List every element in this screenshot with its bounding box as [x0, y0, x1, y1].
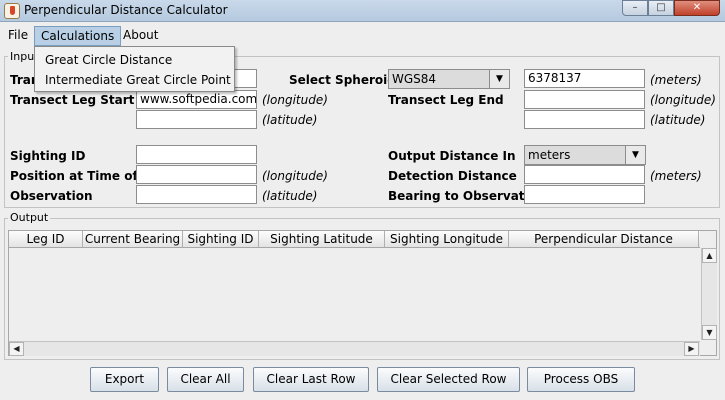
scroll-up-icon[interactable]: ▲ [702, 248, 717, 263]
table-header: Leg ID Current Bearing Sighting ID Sight… [9, 231, 700, 248]
observation-label: Observation [10, 189, 93, 203]
column-header-leg-id[interactable]: Leg ID [9, 231, 83, 247]
transect-leg-start-label: Transect Leg Start [10, 93, 135, 107]
chevron-down-icon[interactable]: ▼ [625, 146, 645, 164]
leg-end-longitude-hint: (longitude) [650, 93, 716, 107]
menu-item-intermediate-great-circle-point[interactable]: Intermediate Great Circle Point [35, 70, 234, 90]
output-table[interactable]: Leg ID Current Bearing Sighting ID Sight… [8, 230, 717, 356]
bearing-label: Bearing to Observation [388, 189, 546, 203]
column-header-perpendicular-distance[interactable]: Perpendicular Distance [509, 231, 699, 247]
scroll-right-icon[interactable]: ▶ [684, 342, 699, 356]
radius-unit: (meters) [650, 73, 702, 87]
radius-field[interactable]: 6378137 [524, 69, 645, 88]
spheroid-value: WGS84 [392, 72, 437, 86]
menu-bar: File Calculations About [0, 24, 725, 46]
transect-leg-end-label: Transect Leg End [388, 93, 504, 107]
select-spheroid-label: Select Spheroid [289, 73, 396, 87]
detection-distance-field[interactable] [524, 165, 645, 184]
output-distance-select[interactable]: meters ▼ [524, 145, 646, 165]
leg-end-latitude-field[interactable] [524, 110, 645, 129]
process-obs-button[interactable]: Process OBS [527, 367, 635, 392]
title-bar: Perpendicular Distance Calculator – □ ✕ [0, 0, 725, 22]
position-label: Position at Time of [10, 169, 138, 183]
export-button[interactable]: Export [90, 367, 159, 392]
leg-start-longitude-hint: (longitude) [262, 93, 328, 107]
menu-about[interactable]: About [117, 26, 164, 46]
output-panel-title: Output [8, 211, 51, 224]
leg-start-longitude-field[interactable]: www.softpedia.com [136, 90, 257, 109]
chevron-down-icon[interactable]: ▼ [489, 70, 509, 88]
clear-last-row-button[interactable]: Clear Last Row [253, 367, 369, 392]
maximize-icon[interactable]: □ [648, 0, 674, 16]
minimize-icon[interactable]: – [622, 0, 648, 16]
detection-distance-label: Detection Distance [388, 169, 517, 183]
spheroid-select[interactable]: WGS84 ▼ [388, 69, 510, 89]
menu-file[interactable]: File [2, 26, 34, 46]
clear-selected-row-button[interactable]: Clear Selected Row [377, 367, 520, 392]
menu-item-great-circle-distance[interactable]: Great Circle Distance [35, 50, 234, 70]
column-header-current-bearing[interactable]: Current Bearing [83, 231, 183, 247]
scroll-down-icon[interactable]: ▼ [702, 325, 717, 340]
column-header-sighting-id[interactable]: Sighting ID [183, 231, 259, 247]
output-distance-label: Output Distance In [388, 149, 516, 163]
leg-end-latitude-hint: (latitude) [650, 113, 706, 127]
column-header-sighting-latitude[interactable]: Sighting Latitude [259, 231, 385, 247]
vertical-scrollbar[interactable]: ▲ ▼ [701, 248, 717, 340]
leg-end-longitude-field[interactable] [524, 90, 645, 109]
close-icon[interactable]: ✕ [674, 0, 720, 16]
position-longitude-field[interactable] [136, 165, 257, 184]
clear-all-button[interactable]: Clear All [167, 367, 244, 392]
column-header-sighting-longitude[interactable]: Sighting Longitude [385, 231, 509, 247]
horizontal-scrollbar[interactable]: ◀ ▶ [9, 341, 700, 356]
position-latitude-field[interactable] [136, 185, 257, 204]
detection-distance-unit: (meters) [650, 169, 702, 183]
window-title: Perpendicular Distance Calculator [24, 3, 228, 17]
java-app-icon [4, 3, 20, 19]
calculations-dropdown: Great Circle Distance Intermediate Great… [34, 46, 235, 92]
sighting-id-label: Sighting ID [10, 149, 86, 163]
leg-start-latitude-field[interactable] [136, 110, 257, 129]
bearing-field[interactable] [524, 185, 645, 204]
scroll-left-icon[interactable]: ◀ [9, 342, 24, 356]
menu-calculations[interactable]: Calculations [34, 26, 122, 46]
position-latitude-hint: (latitude) [262, 189, 318, 203]
output-distance-value: meters [528, 148, 571, 162]
position-longitude-hint: (longitude) [262, 169, 328, 183]
leg-start-latitude-hint: (latitude) [262, 113, 318, 127]
sighting-id-field[interactable] [136, 145, 257, 164]
